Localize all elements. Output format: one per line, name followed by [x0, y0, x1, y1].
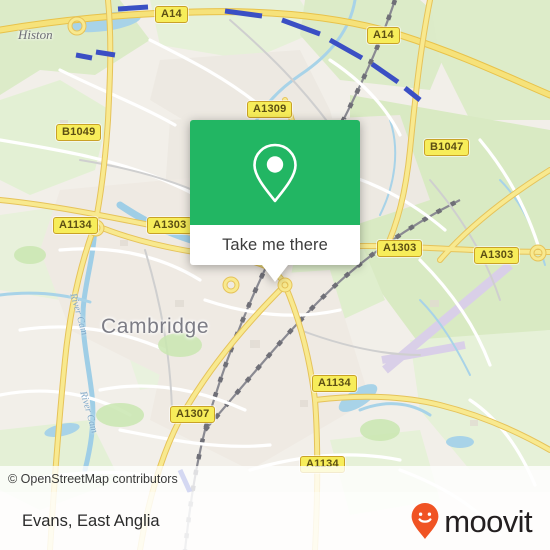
road-shield: B1047: [424, 139, 470, 156]
osm-attribution-bar: © OpenStreetMap contributors: [0, 466, 550, 492]
road-shield: B1049: [56, 124, 102, 141]
take-me-there-label: Take me there: [222, 235, 328, 254]
road-shield: A1303: [147, 217, 193, 234]
location-title: Evans, East Anglia: [22, 511, 160, 530]
map-screen: A14 A14 A1309 B1049 B1047 A1134 A1303 A1…: [0, 0, 550, 550]
footer-bar: Evans, East Anglia moovit: [0, 492, 550, 550]
road-shield: A1134: [312, 375, 357, 392]
callout-action-panel[interactable]: Take me there: [190, 225, 360, 265]
place-label-cambridge: Cambridge: [101, 315, 210, 338]
moovit-wordmark: moovit: [444, 503, 532, 539]
road-shield: A1303: [377, 240, 423, 257]
callout-icon-panel: [190, 120, 360, 225]
road-shield: A1309: [247, 101, 293, 118]
place-label-histon: Histon: [18, 27, 53, 42]
destination-callout[interactable]: Take me there: [190, 120, 360, 282]
moovit-pin-icon: [411, 503, 439, 539]
road-shield: A14: [155, 6, 188, 23]
callout-tail: [262, 265, 288, 282]
osm-attribution-text[interactable]: © OpenStreetMap contributors: [0, 472, 178, 486]
road-shield: A1134: [53, 217, 98, 234]
road-shield: A14: [367, 27, 400, 44]
moovit-logo[interactable]: moovit: [410, 502, 533, 540]
road-shield: A1303: [474, 247, 520, 264]
map-pin-icon: [253, 143, 297, 202]
road-shield: A1307: [170, 406, 216, 423]
